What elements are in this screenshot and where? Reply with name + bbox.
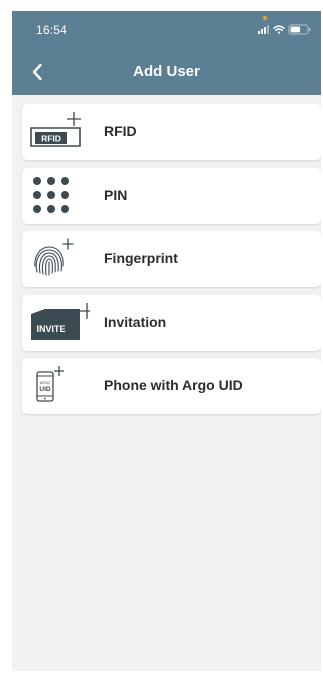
phone-uid-add-icon: ARGO UID	[28, 365, 90, 407]
signal-icon	[258, 25, 269, 34]
svg-text:UID: UID	[39, 386, 51, 393]
fingerprint-add-icon	[28, 238, 90, 280]
option-phone-uid[interactable]: ARGO UID Phone with Argo UID	[22, 358, 321, 414]
option-rfid[interactable]: RFID RFID	[22, 104, 321, 160]
phone-screen: 16:54 Add User RFID RFID PIN Fingerprint…	[12, 11, 321, 671]
option-label: RFID	[104, 123, 137, 139]
wifi-icon	[273, 25, 285, 34]
option-label: Invitation	[104, 313, 167, 330]
svg-text:INVITE: INVITE	[36, 324, 65, 334]
status-bar: 16:54	[12, 11, 321, 49]
add-user-options: RFID RFID PIN Fingerprint INVITE Invitat…	[22, 104, 321, 422]
option-fingerprint[interactable]: Fingerprint	[22, 231, 321, 287]
option-invitation[interactable]: INVITE Invitation	[22, 294, 321, 351]
battery-icon	[288, 24, 311, 35]
svg-text:ARGO: ARGO	[40, 381, 51, 385]
svg-text:RFID: RFID	[41, 134, 61, 144]
invitation-card-add-icon: INVITE	[28, 302, 90, 344]
rfid-card-add-icon: RFID	[28, 111, 90, 153]
option-label: Fingerprint	[104, 250, 178, 266]
option-label: PIN	[104, 186, 128, 203]
option-label: Phone with Argo UID	[104, 377, 243, 393]
camera-indicator	[263, 16, 267, 20]
status-icons	[257, 23, 313, 35]
option-pin[interactable]: PIN	[22, 167, 321, 224]
keypad-dots-icon	[28, 175, 90, 217]
nav-bar: Add User	[12, 49, 321, 95]
page-title: Add User	[133, 63, 200, 80]
status-time: 16:54	[36, 23, 68, 37]
